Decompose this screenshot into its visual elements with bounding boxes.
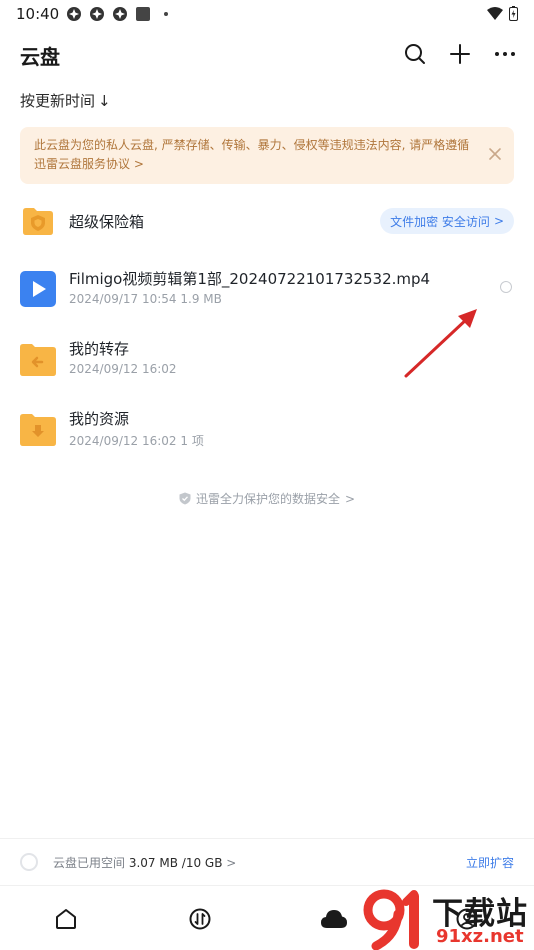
- data-security-link[interactable]: 迅雷全力保护您的数据安全 >: [0, 490, 534, 507]
- service-agreement-link[interactable]: 迅雷云盘服务协议: [34, 157, 130, 171]
- vault-name: 超级保险箱: [69, 213, 145, 231]
- status-bar: 10:40: [0, 0, 534, 28]
- file-list-item[interactable]: 我的转存 2024/09/12 16:02: [0, 335, 534, 385]
- notice-link-chevron: >: [133, 157, 144, 171]
- sort-arrow-icon: ↓: [98, 91, 111, 110]
- file-name: Filmigo视频剪辑第1部_20240722101732532.mp4: [69, 270, 431, 288]
- gallery-notification-icon: [136, 7, 150, 21]
- search-button[interactable]: [401, 40, 429, 68]
- shield-check-icon: [179, 492, 191, 505]
- vault-encrypt-access-button[interactable]: 文件加密 安全访问 >: [380, 208, 514, 234]
- watermark-logo: 下载站 91xz.net: [362, 888, 534, 950]
- file-meta: 2024/09/17 10:54 1.9 MB: [69, 292, 222, 306]
- storage-value: 3.07 MB /10 GB: [128, 856, 223, 870]
- file-name: 我的资源: [69, 410, 130, 428]
- expand-storage-button[interactable]: 立即扩容: [466, 854, 514, 871]
- close-icon[interactable]: [488, 147, 502, 161]
- folder-download-icon: [20, 414, 56, 446]
- notice-banner: 此云盘为您的私人云盘, 严禁存储、传输、暴力、侵权等违规违法内容, 请严格遵循迅…: [20, 127, 514, 184]
- app-notification-icon: [113, 7, 127, 21]
- tab-cloud-drive[interactable]: [321, 906, 347, 932]
- sort-label: 按更新时间: [20, 92, 96, 110]
- notification-icons: [66, 6, 174, 22]
- app-notification-icon: [67, 7, 81, 21]
- storage-label: 云盘已用空间: [53, 856, 126, 870]
- transfer-icon: [189, 908, 211, 930]
- sort-selector[interactable]: 按更新时间 ↓: [20, 90, 111, 111]
- home-icon: [56, 909, 76, 929]
- wifi-icon: [487, 6, 503, 20]
- vault-pill-label: 文件加密 安全访问: [390, 214, 490, 229]
- video-file-icon: [20, 271, 56, 307]
- plus-icon: [450, 44, 470, 64]
- notice-body: 此云盘为您的私人云盘, 严禁存储、传输、暴力、侵权等违规违法内容, 请严格遵循: [34, 138, 470, 152]
- cloud-icon: [321, 910, 347, 928]
- more-notifications-dot-icon: [164, 12, 168, 16]
- tab-home[interactable]: [53, 906, 79, 932]
- watermark-url: 91xz.net: [436, 926, 524, 947]
- file-name: 我的转存: [69, 340, 130, 358]
- select-radio[interactable]: [500, 281, 512, 293]
- chevron-right-icon: >: [344, 491, 356, 506]
- file-list-item[interactable]: Filmigo视频剪辑第1部_20240722101732532.mp4 202…: [0, 265, 534, 315]
- notice-text: 此云盘为您的私人云盘, 严禁存储、传输、暴力、侵权等违规违法内容, 请严格遵循迅…: [34, 136, 478, 174]
- storage-usage-bar: 云盘已用空间 3.07 MB /10 GB > 立即扩容: [0, 838, 534, 884]
- tab-transfers[interactable]: [187, 906, 213, 932]
- file-meta: 2024/09/12 16:02 1 项: [69, 434, 204, 448]
- storage-usage-link[interactable]: 云盘已用空间 3.07 MB /10 GB >: [53, 854, 236, 871]
- folder-transfer-icon: [20, 344, 56, 376]
- chevron-right-icon: >: [226, 856, 237, 870]
- more-horizontal-icon: [495, 52, 515, 56]
- storage-usage-ring-icon: [20, 853, 38, 871]
- top-app-bar: 云盘: [0, 36, 534, 72]
- system-status: [487, 6, 518, 21]
- add-button[interactable]: [446, 40, 474, 68]
- data-security-text: 迅雷全力保护您的数据安全: [195, 492, 340, 506]
- file-list-item[interactable]: 我的资源 2024/09/12 16:02 1 项: [0, 405, 534, 455]
- page-title: 云盘: [20, 45, 60, 69]
- watermark-91-logo-icon: [363, 889, 419, 950]
- battery-charging-icon: [509, 6, 518, 21]
- file-meta: 2024/09/12 16:02: [69, 362, 177, 376]
- status-time: 10:40: [16, 5, 60, 23]
- more-button[interactable]: [491, 40, 519, 68]
- search-icon: [405, 44, 425, 64]
- app-notification-icon: [90, 7, 104, 21]
- safe-box-icon: [23, 208, 53, 235]
- chevron-right-icon: >: [493, 214, 504, 228]
